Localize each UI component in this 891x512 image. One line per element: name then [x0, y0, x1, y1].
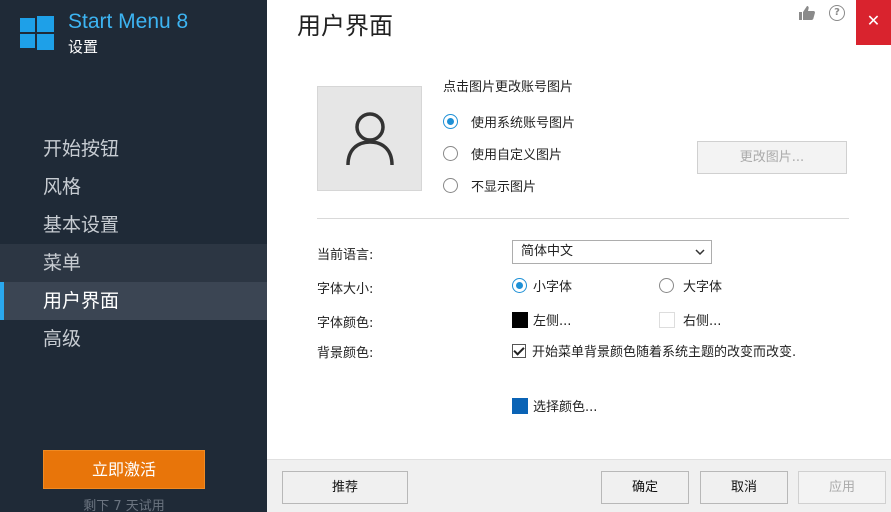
apply-button[interactable]: 应用 — [798, 471, 886, 504]
sidebar-item-style[interactable]: 风格 — [0, 168, 267, 206]
user-icon — [346, 112, 394, 166]
radio-label: 大字体 — [683, 280, 723, 295]
sidebar-nav: 开始按钮 风格 基本设置 菜单 用户界面 高级 — [0, 130, 267, 358]
radio-label: 使用系统账号图片 — [471, 116, 576, 131]
app-subtitle: 设置 — [68, 38, 99, 56]
page-title: 用户界面 — [297, 12, 393, 40]
app-title: Start Menu 8 — [68, 10, 189, 33]
font-color-right-label: 右侧... — [683, 314, 722, 329]
color-swatch — [659, 311, 675, 328]
sidebar-item-start-button[interactable]: 开始按钮 — [0, 130, 267, 168]
radio-label: 小字体 — [533, 280, 573, 295]
bg-follow-theme-label: 开始菜单背景颜色随着系统主题的改变而改变. — [532, 345, 797, 360]
help-icon[interactable]: ? — [829, 5, 845, 21]
account-picture-caption: 点击图片更改账号图片 — [443, 80, 574, 95]
account-picture[interactable] — [317, 86, 422, 191]
radio-indicator — [659, 278, 674, 293]
cancel-button[interactable]: 取消 — [700, 471, 788, 504]
activate-button[interactable]: 立即激活 — [43, 450, 205, 489]
sidebar-item-user-interface[interactable]: 用户界面 — [0, 282, 267, 320]
sidebar: Start Menu 8 设置 开始按钮 风格 基本设置 菜单 用户界面 高级 … — [0, 0, 267, 512]
footer-bar: 推荐 确定 取消 应用 — [267, 459, 891, 512]
font-color-right[interactable]: 右侧... — [659, 310, 721, 329]
thumbs-up-icon[interactable] — [797, 5, 817, 23]
radio-label: 使用自定义图片 — [471, 148, 563, 163]
section-divider — [317, 218, 849, 219]
sidebar-item-advanced[interactable]: 高级 — [0, 320, 267, 358]
language-label: 当前语言: — [317, 248, 374, 263]
trial-remaining-text: 剩下 7 天试用 — [83, 499, 165, 512]
language-select-value: 简体中文 — [521, 244, 574, 259]
windows-logo-icon — [20, 16, 54, 50]
radio-indicator — [443, 114, 458, 129]
bg-follow-theme-checkbox[interactable]: 开始菜单背景颜色随着系统主题的改变而改变. — [512, 341, 796, 360]
font-color-label: 字体颜色: — [317, 316, 374, 331]
color-swatch — [512, 311, 528, 328]
radio-custom-picture[interactable]: 使用自定义图片 — [443, 144, 562, 163]
bg-color-label: 背景颜色: — [317, 346, 374, 361]
sidebar-item-menu[interactable]: 菜单 — [0, 244, 267, 282]
radio-system-picture[interactable]: 使用系统账号图片 — [443, 112, 575, 131]
font-color-left[interactable]: 左侧... — [512, 310, 571, 329]
radio-no-picture[interactable]: 不显示图片 — [443, 176, 536, 195]
radio-indicator — [443, 146, 458, 161]
recommend-button[interactable]: 推荐 — [282, 471, 408, 504]
language-select[interactable]: 简体中文 — [512, 240, 712, 264]
sidebar-item-basic-settings[interactable]: 基本设置 — [0, 206, 267, 244]
close-icon: ✕ — [866, 11, 881, 30]
radio-indicator — [443, 178, 458, 193]
close-button[interactable]: ✕ — [856, 0, 891, 45]
change-picture-button[interactable]: 更改图片... — [697, 141, 847, 174]
radio-large-font[interactable]: 大字体 — [659, 276, 722, 295]
color-swatch — [512, 397, 528, 414]
radio-label: 不显示图片 — [471, 180, 537, 195]
ok-button[interactable]: 确定 — [601, 471, 689, 504]
radio-small-font[interactable]: 小字体 — [512, 276, 572, 295]
choose-color-button[interactable]: 选择颜色... — [512, 396, 597, 415]
checkbox-check-icon — [512, 343, 526, 358]
choose-color-label: 选择颜色... — [533, 400, 598, 415]
font-color-left-label: 左侧... — [533, 314, 572, 329]
radio-indicator — [512, 278, 527, 293]
chevron-down-icon — [695, 241, 705, 272]
main-panel: 用户界面 ? ✕ 点击图片更改账号图片 使用系统账号图片 使用自定义图片 不显示… — [267, 0, 891, 512]
font-size-label: 字体大小: — [317, 282, 374, 297]
